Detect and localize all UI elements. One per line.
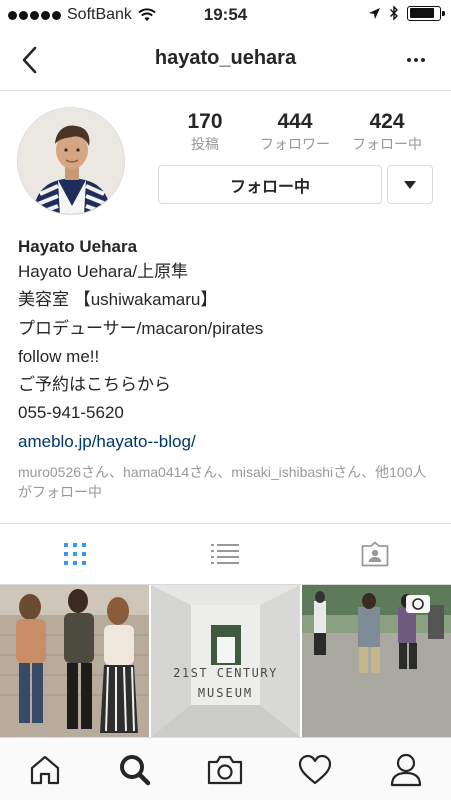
caret-down-icon: [404, 180, 416, 189]
photo-caption-line: 21ST CENTURY: [173, 666, 278, 680]
following-button[interactable]: フォロー中: [158, 165, 382, 204]
grid-icon: [64, 543, 86, 565]
avatar-portrait: [18, 108, 124, 214]
photo-thumbnail[interactable]: 21ST CENTURY MUSEUM: [151, 585, 300, 737]
tab-profile[interactable]: [361, 738, 451, 800]
stat-followers-label: フォロワー: [260, 136, 330, 152]
suggestions-dropdown-button[interactable]: [387, 165, 433, 204]
nav-bar: hayato_uehara: [0, 30, 451, 91]
battery-fill: [409, 8, 435, 18]
stat-posts-value: 170: [187, 110, 223, 133]
bluetooth-icon: [390, 5, 398, 21]
battery-icon: [407, 5, 445, 21]
stat-posts-label: 投稿: [191, 136, 219, 152]
heart-icon: [298, 754, 332, 784]
page-title: hayato_uehara: [154, 47, 297, 69]
stat-followers[interactable]: 444 フォロワー: [250, 109, 340, 153]
status-bar: SoftBank 19:54: [0, 0, 451, 30]
profile-full-name: Hayato Uehara: [18, 237, 138, 256]
status-right: [368, 5, 445, 21]
bio-line: 美容室 【ushiwakamaru】: [18, 290, 218, 310]
tab-home[interactable]: [0, 738, 90, 800]
profile-icon: [390, 753, 422, 786]
tab-tagged[interactable]: [300, 524, 450, 584]
tab-list[interactable]: [150, 524, 300, 584]
more-options-button[interactable]: [401, 48, 431, 72]
photo-thumbnail[interactable]: [302, 585, 451, 737]
photo-thumbnail[interactable]: [0, 585, 149, 737]
bio-line: Hayato Uehara/上原隼: [18, 262, 189, 281]
home-icon: [30, 755, 60, 784]
website-link[interactable]: ameblo.jp/hayato--blog/: [18, 428, 438, 456]
photo-grid: 21ST CENTURY MUSEUM: [0, 585, 451, 737]
tab-grid[interactable]: [0, 524, 150, 584]
tagged-photos-icon: [361, 541, 389, 567]
avatar[interactable]: [17, 107, 125, 215]
photo-image: [0, 585, 149, 737]
bio-line: ご予約はこちらから: [18, 375, 171, 395]
stat-following[interactable]: 424 フォロー中: [342, 109, 432, 153]
profile-view-tabs: [0, 523, 451, 585]
stat-following-value: 424: [369, 110, 405, 133]
stat-posts[interactable]: 170 投稿: [160, 109, 250, 153]
bio-line: プロデューサー/macaron/pirates: [18, 318, 264, 338]
photo-caption-line: MUSEUM: [198, 686, 253, 700]
location-arrow-icon: [369, 7, 380, 19]
search-icon: [120, 754, 151, 785]
stat-followers-value: 444: [277, 110, 313, 133]
photo-image: 21ST CENTURY MUSEUM: [151, 585, 300, 737]
list-icon: [211, 544, 239, 564]
followed-by-text[interactable]: muro0526さん、hama0414さん、misaki_ishibashiさん…: [18, 462, 438, 502]
bio-line: 055-941-5620: [18, 403, 124, 423]
tab-search[interactable]: [90, 738, 180, 800]
profile-bio: Hayato Uehara Hayato Uehara/上原隼 美容室 【ush…: [18, 236, 438, 502]
bottom-tab-bar: [0, 737, 451, 800]
photo-image: [302, 585, 451, 737]
bio-line: follow me!!: [18, 346, 100, 366]
stat-following-label: フォロー中: [352, 136, 422, 152]
camera-icon: [207, 755, 243, 784]
tab-camera[interactable]: [180, 738, 270, 800]
tab-activity[interactable]: [270, 738, 360, 800]
